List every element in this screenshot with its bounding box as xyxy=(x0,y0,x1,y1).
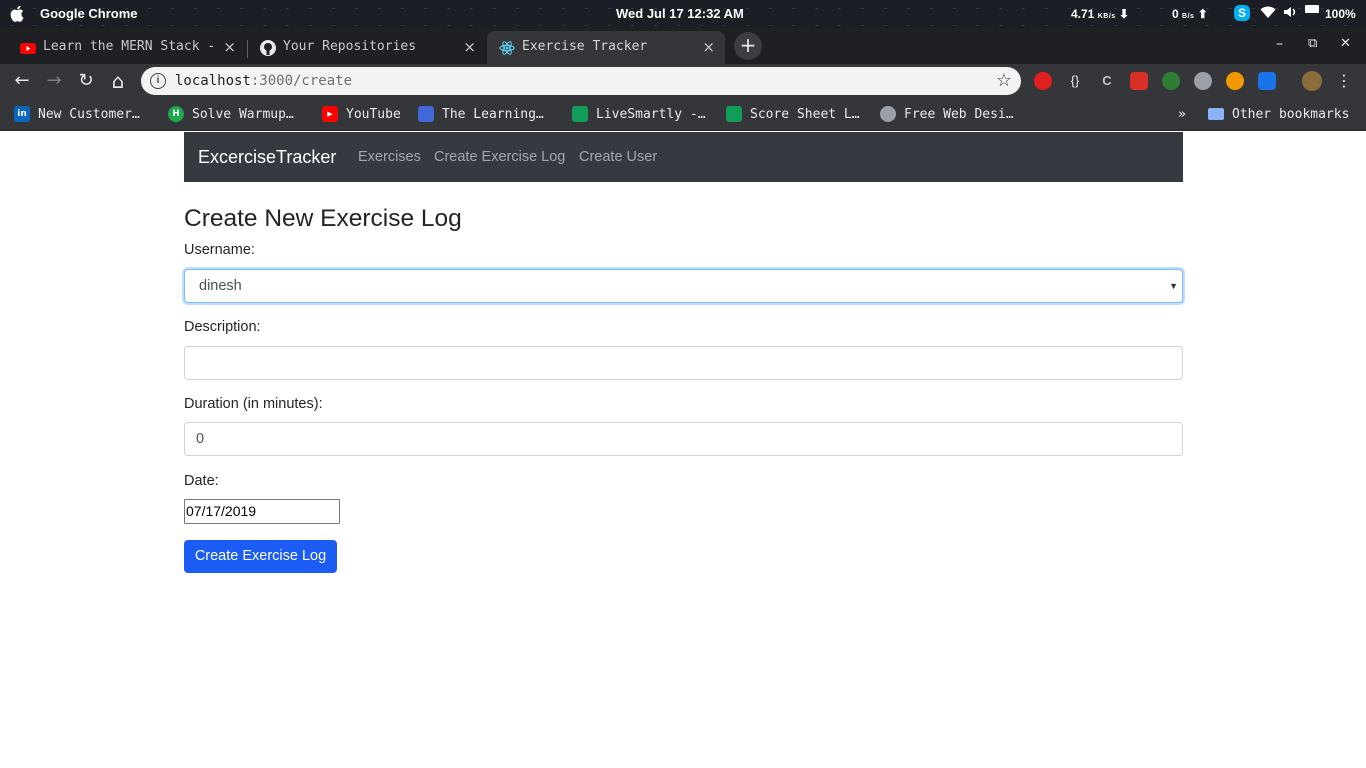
apple-icon[interactable] xyxy=(10,5,26,22)
bookmark-youtube[interactable]: ▶ YouTube xyxy=(322,105,401,123)
tab-exercise-tracker[interactable]: Exercise Tracker × xyxy=(487,31,725,64)
folder-icon xyxy=(1208,108,1224,120)
linkedin-icon: in xyxy=(14,106,30,122)
bookmark-free-web-design[interactable]: Free Web Desi… xyxy=(880,105,1014,123)
os-top-bar: Google Chrome Wed Jul 17 12:32 AM 4.71 K… xyxy=(0,0,1366,28)
url-text[interactable]: localhost:3000/create xyxy=(175,73,352,89)
download-arrow-icon: ⬇ xyxy=(1119,7,1130,21)
network-download-speed: 4.71 KB/s ⬇ xyxy=(1071,7,1130,21)
chrome-menu-icon[interactable]: ⋮ xyxy=(1332,69,1356,93)
create-exercise-log-button[interactable]: Create Exercise Log xyxy=(184,540,337,573)
bookmark-new-customer[interactable]: in New Customer… xyxy=(14,105,140,123)
bookmarks-bar: in New Customer… H Solve Warmup… ▶ YouTu… xyxy=(0,98,1366,131)
page-title: Create New Exercise Log xyxy=(184,205,462,232)
volume-icon[interactable] xyxy=(1283,5,1297,19)
tab-close-icon[interactable]: × xyxy=(702,38,715,56)
owl-extension-icon[interactable] xyxy=(1226,72,1244,90)
json-viewer-extension-icon[interactable]: {} xyxy=(1066,72,1084,90)
network-upload-speed: 0 B/s ⬆ xyxy=(1172,7,1208,21)
nav-link-create-exercise-log[interactable]: Create Exercise Log xyxy=(434,149,565,165)
battery-icon[interactable] xyxy=(1305,5,1319,13)
web-page: ExcerciseTracker Exercises Create Exerci… xyxy=(0,132,1366,768)
hackerrank-icon: H xyxy=(168,106,184,122)
username-selected-value: dinesh xyxy=(199,278,242,294)
reload-button[interactable]: ↻ xyxy=(74,69,98,93)
date-picker-input[interactable]: 07/17/2019 xyxy=(184,499,340,524)
active-app-name[interactable]: Google Chrome xyxy=(40,6,138,21)
restore-button[interactable]: ⧉ xyxy=(1308,36,1317,51)
google-sheets-icon xyxy=(726,106,742,122)
adblock-extension-icon[interactable] xyxy=(1034,72,1052,90)
globe-icon xyxy=(880,106,896,122)
youtube-icon: ▶ xyxy=(322,106,338,122)
github-icon xyxy=(260,40,276,56)
tab-learn-mern[interactable]: Learn the MERN Stack - × xyxy=(8,31,246,64)
nav-link-exercises[interactable]: Exercises xyxy=(358,149,421,165)
tab-close-icon[interactable]: × xyxy=(463,38,476,56)
battery-percentage[interactable]: 100% xyxy=(1325,7,1356,21)
extension-icon[interactable] xyxy=(1130,72,1148,90)
new-tab-button[interactable]: + xyxy=(734,32,762,60)
description-input[interactable] xyxy=(184,346,1183,380)
bookmark-livesmartly[interactable]: LiveSmartly -… xyxy=(572,105,706,123)
s-extension-icon[interactable] xyxy=(1258,72,1276,90)
wifi-icon[interactable] xyxy=(1260,5,1276,19)
skype-tray-icon[interactable]: S xyxy=(1234,5,1250,21)
upload-arrow-icon: ⬆ xyxy=(1197,7,1208,21)
nav-link-create-user[interactable]: Create User xyxy=(579,149,657,165)
youtube-icon xyxy=(20,40,36,56)
profile-avatar[interactable] xyxy=(1302,71,1322,91)
circle-extension-icon[interactable] xyxy=(1194,72,1212,90)
username-select[interactable]: dinesh ▼ xyxy=(184,269,1183,303)
duration-input[interactable]: 0 xyxy=(184,422,1183,456)
bookmark-solve-warmup[interactable]: H Solve Warmup… xyxy=(168,105,294,123)
address-bar[interactable]: i localhost:3000/create ☆ xyxy=(141,67,1021,95)
back-button[interactable]: ← xyxy=(10,69,34,93)
nodejs-extension-icon[interactable] xyxy=(1162,72,1180,90)
tab-close-icon[interactable]: × xyxy=(223,38,236,56)
tab-strip: Learn the MERN Stack - × Your Repositori… xyxy=(0,28,1366,64)
bookmark-score-sheet[interactable]: Score Sheet L… xyxy=(726,105,860,123)
duration-label: Duration (in minutes): xyxy=(184,396,323,412)
navbar-brand[interactable]: ExcerciseTracker xyxy=(198,147,336,168)
date-label: Date: xyxy=(184,473,219,489)
other-bookmarks-folder[interactable]: Other bookmarks xyxy=(1208,105,1349,123)
close-window-button[interactable]: ✕ xyxy=(1340,36,1351,51)
site-info-icon[interactable]: i xyxy=(150,73,166,89)
bookmarks-overflow-button[interactable]: » xyxy=(1178,105,1186,123)
home-button[interactable]: ⌂ xyxy=(106,69,130,93)
minimize-button[interactable]: – xyxy=(1276,36,1283,52)
browser-toolbar: ← → ↻ ⌂ i localhost:3000/create ☆ {} C ⋮ xyxy=(0,64,1366,98)
google-sheets-icon xyxy=(572,106,588,122)
chevron-down-icon: ▼ xyxy=(1169,281,1178,291)
learning-site-icon xyxy=(418,106,434,122)
app-navbar: ExcerciseTracker Exercises Create Exerci… xyxy=(184,132,1183,182)
bookmark-the-learning[interactable]: The Learning… xyxy=(418,105,544,123)
system-clock[interactable]: Wed Jul 17 12:32 AM xyxy=(616,6,744,21)
react-icon xyxy=(499,40,515,56)
username-label: Username: xyxy=(184,242,255,258)
description-label: Description: xyxy=(184,319,261,335)
tab-your-repositories[interactable]: Your Repositories × xyxy=(248,31,486,64)
css-extension-icon[interactable]: C xyxy=(1098,72,1116,90)
forward-button[interactable]: → xyxy=(42,69,66,93)
bookmark-star-icon[interactable]: ☆ xyxy=(996,70,1012,91)
